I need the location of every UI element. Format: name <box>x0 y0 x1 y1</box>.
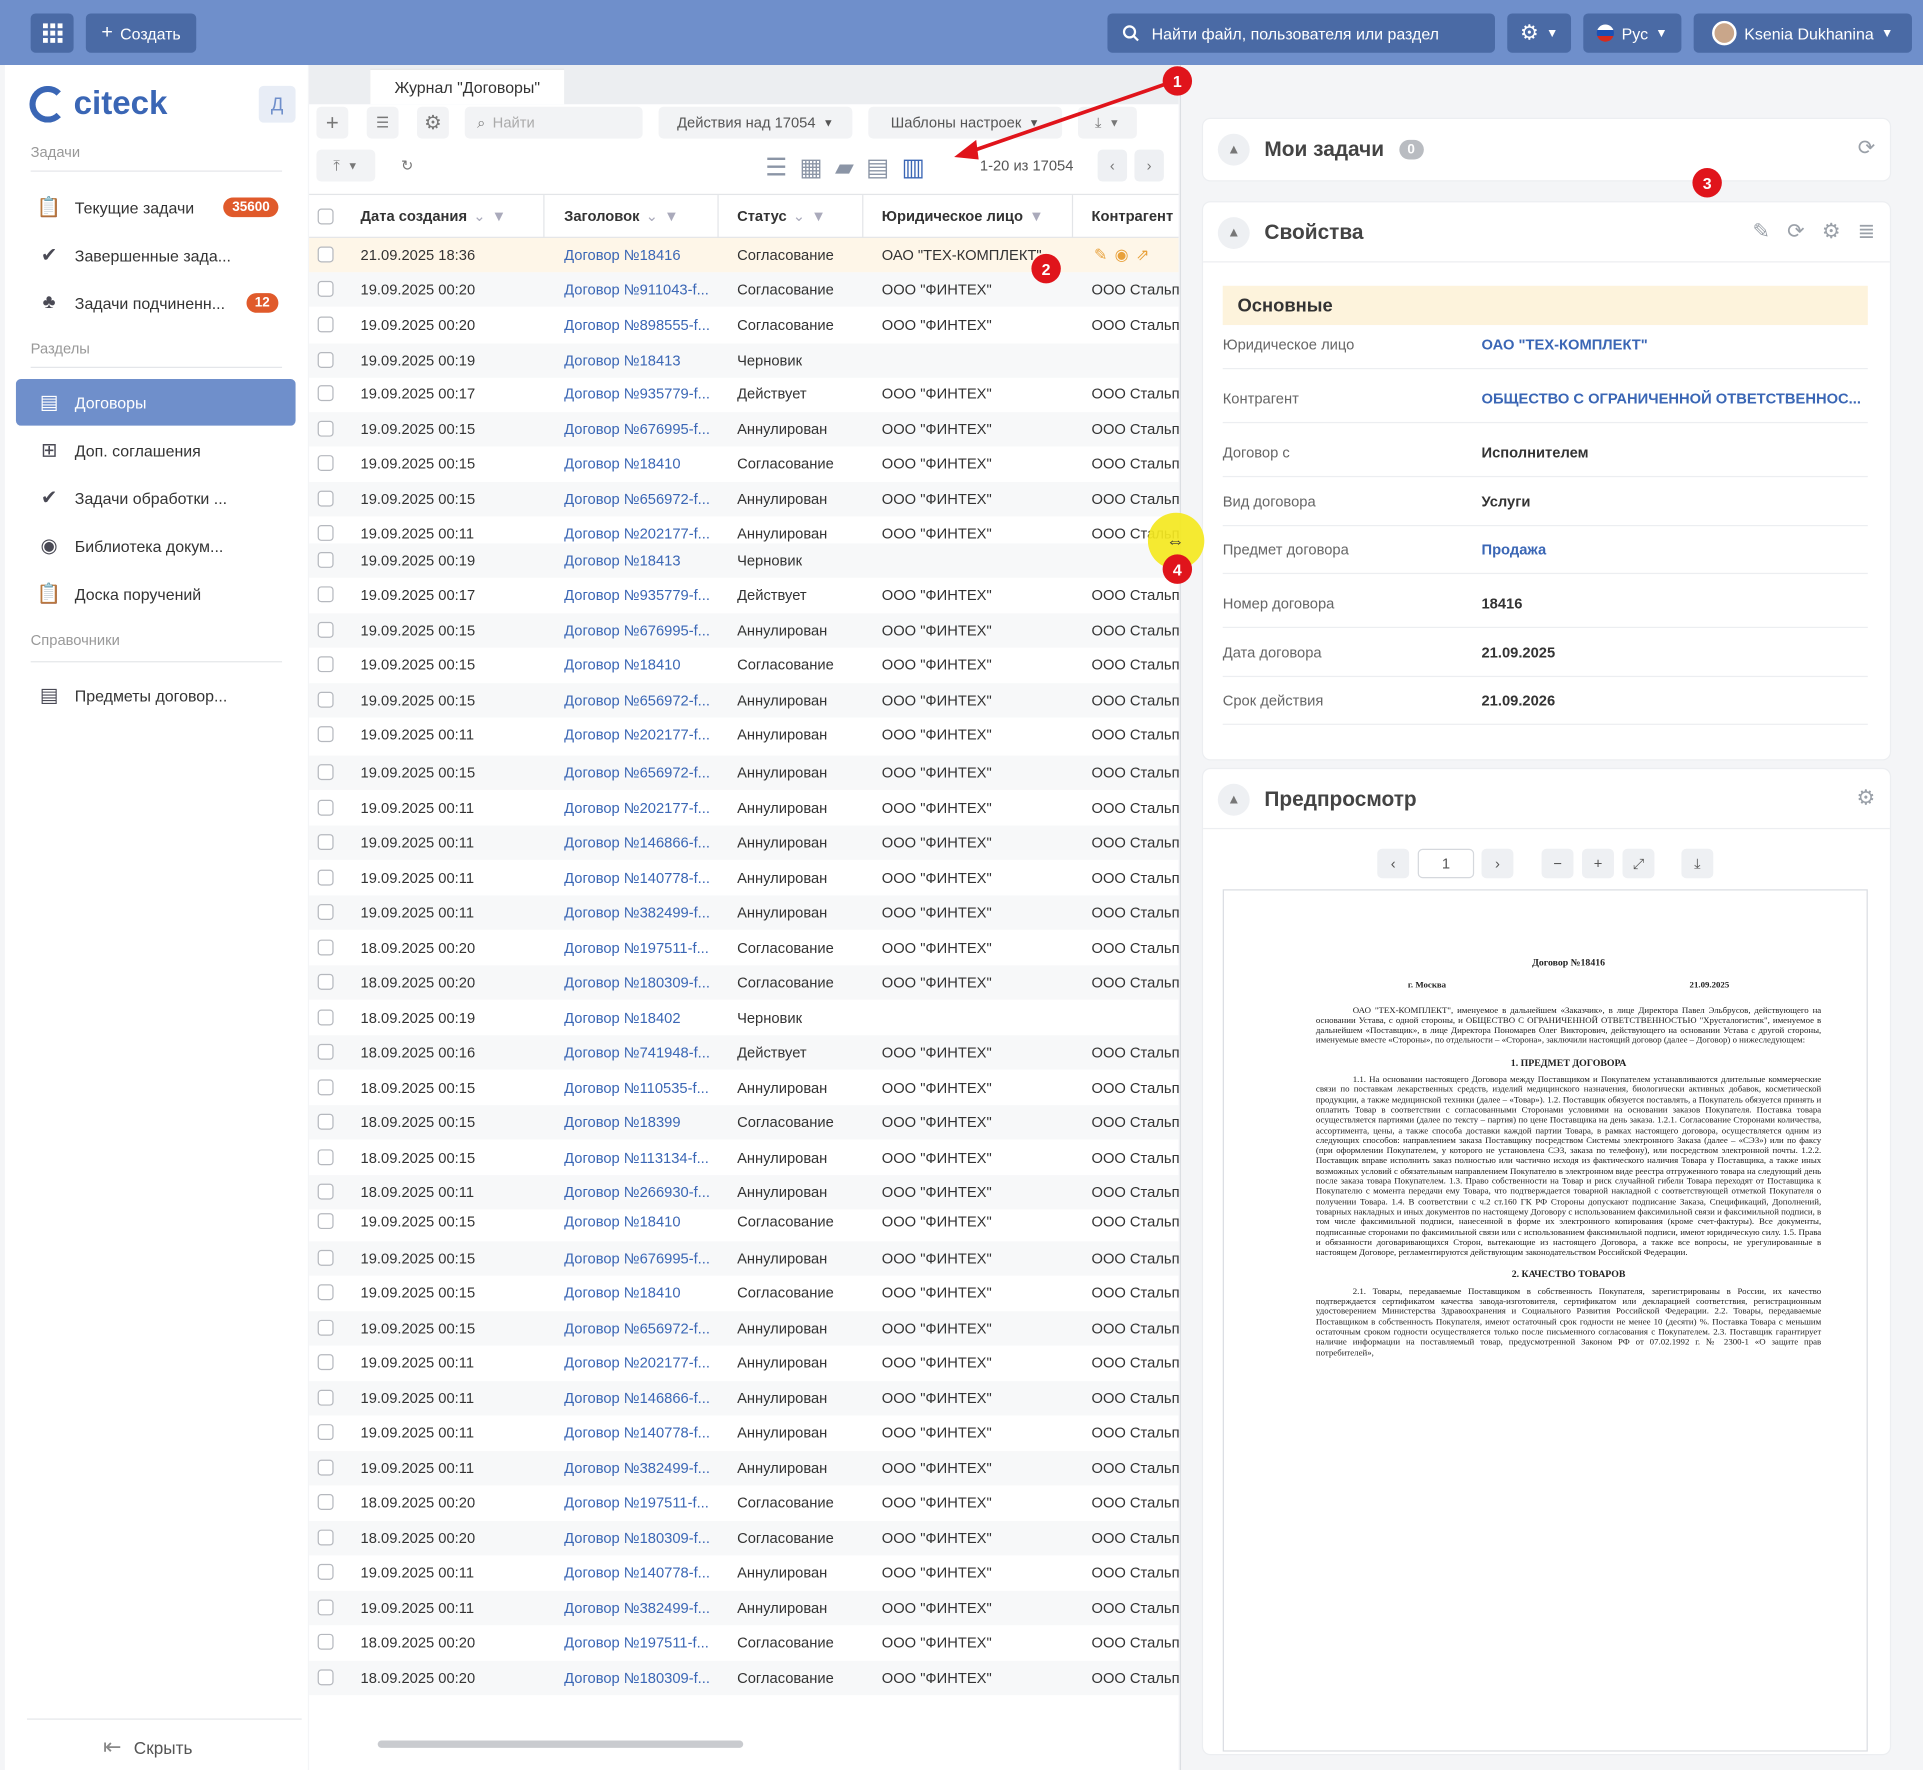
annotation-marker: 1 <box>1162 66 1193 96</box>
annotation-arrow <box>968 81 1169 154</box>
annotation-marker: 2 <box>1031 253 1061 284</box>
annotation-marker: 4 <box>1162 554 1193 584</box>
annotation-marker: 3 <box>1692 168 1722 198</box>
resize-cursor-icon: ⇔ <box>1166 531 1185 552</box>
annotation-layer <box>954 81 1169 160</box>
arrowhead-icon <box>954 139 979 160</box>
